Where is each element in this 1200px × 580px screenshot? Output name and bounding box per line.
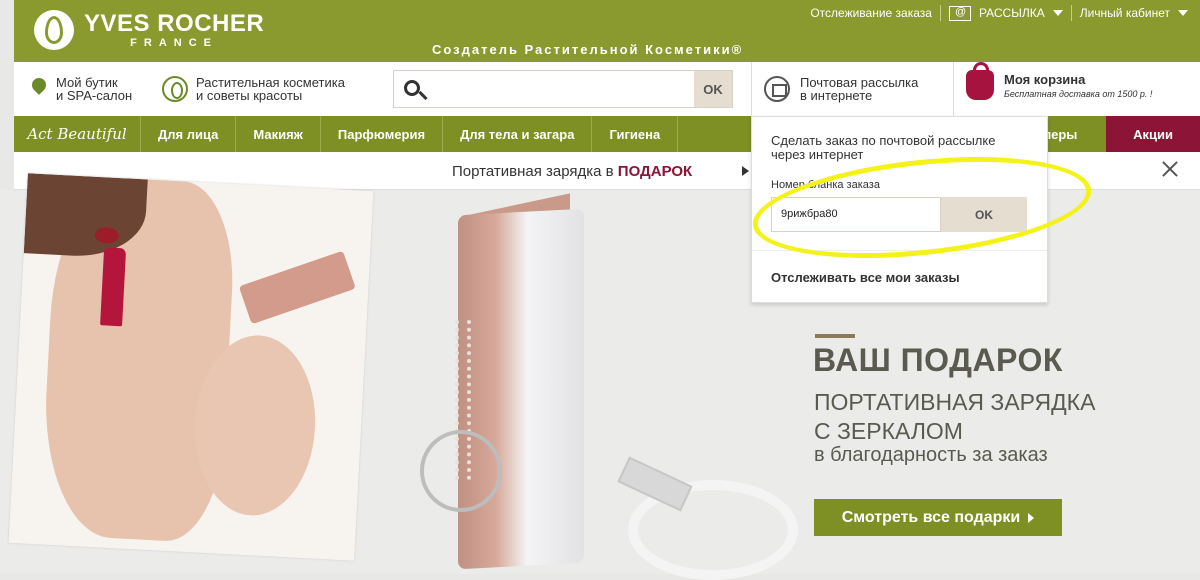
promo-label: Портативная зарядка в <box>452 163 618 180</box>
arrow-right-icon <box>1028 512 1035 523</box>
see-all-gifts-label: Смотреть все подарки <box>841 508 1021 526</box>
order-ok-button[interactable]: OK <box>941 197 1027 232</box>
track-order-link[interactable]: Отслеживание заказа <box>810 6 932 20</box>
nav-item-partial[interactable]: леры <box>1043 116 1077 152</box>
cart-title: Моя корзина <box>1004 71 1086 87</box>
mail-label-line2: в интернете <box>800 88 873 103</box>
brand-name: YVES ROCHER <box>84 9 265 37</box>
map-pin-icon <box>32 78 46 100</box>
lipstick-photo <box>8 173 374 561</box>
cart-subtitle: Бесплатная доставка от 1500 р. ! <box>1004 88 1153 99</box>
close-icon[interactable] <box>1160 159 1180 179</box>
nav-item-hygiene[interactable]: Гигиена <box>592 116 679 152</box>
nav-item-face[interactable]: Для лица <box>141 116 237 152</box>
hero-subtitle-line2: С ЗЕРКАЛОМ <box>814 418 963 444</box>
account-link[interactable]: Личный кабинет <box>1080 6 1170 20</box>
key-ring-image <box>420 430 502 512</box>
hero-subtitle-line1: ПОРТАТИВНАЯ ЗАРЯДКА <box>814 389 1096 415</box>
nav-item-sale[interactable]: Акции <box>1106 116 1200 152</box>
hero-subtitle: ПОРТАТИВНАЯ ЗАРЯДКА С ЗЕРКАЛОМ <box>814 388 1095 446</box>
hero-thanks: в благодарность за заказ <box>814 444 1048 466</box>
top-links: Отслеживание заказа РАССЫЛКА Личный каби… <box>810 5 1188 21</box>
chevron-down-icon[interactable] <box>1052 10 1063 16</box>
catalog-icon <box>764 76 790 102</box>
order-number-label: Номер бланка заказа <box>771 179 880 191</box>
leaf-icon <box>162 76 188 102</box>
mail-icon <box>948 5 971 21</box>
search-icon <box>404 80 420 96</box>
shopping-bag-icon <box>966 62 994 100</box>
promo-text: Портативная зарядка в ПОДАРОК <box>452 163 692 180</box>
newsletter-link[interactable]: РАССЫЛКА <box>979 6 1045 20</box>
dropdown-title: Сделать заказ по почтовой рассылке через… <box>771 133 996 162</box>
mail-order-tab[interactable]: Почтовая рассылка в интернете <box>751 62 954 116</box>
boutique-label-line2: и SPA-салон <box>56 88 133 103</box>
mail-order-dropdown: Сделать заказ по почтовой рассылке через… <box>751 116 1048 303</box>
tagline: Создатель Растительной Косметики® <box>432 42 744 57</box>
cart-link[interactable]: Моя корзина Бесплатная доставка от 1500 … <box>966 62 1153 100</box>
nav-item-makeup[interactable]: Макияж <box>236 116 321 152</box>
boutique-link[interactable]: Мой бутик и SPA-салон <box>32 76 132 102</box>
leaf-logo-icon <box>34 10 74 50</box>
header: YVES ROCHER FRANCE Создатель Растительно… <box>14 0 1200 62</box>
secondary-bar: Мой бутик и SPA-салон Растительная космет… <box>14 62 1200 116</box>
power-bank-image <box>458 208 584 570</box>
see-all-gifts-button[interactable]: Смотреть все подарки <box>814 499 1062 536</box>
play-arrow-icon <box>742 166 749 176</box>
chevron-down-icon[interactable] <box>1178 10 1188 16</box>
brand-logo[interactable]: YVES ROCHER FRANCE <box>34 10 264 50</box>
promo-highlight: ПОДАРОК <box>617 163 693 180</box>
order-number-input[interactable]: 9рижбра80 <box>771 197 941 232</box>
track-all-orders-link[interactable]: Отслеживать все мои заказы <box>771 270 960 285</box>
search-ok-button[interactable]: OK <box>694 71 732 107</box>
hero-title: ВАШ ПОДАРОК <box>813 342 1063 378</box>
search-box[interactable]: OK <box>393 70 733 108</box>
nav-item-perfume[interactable]: Парфюмерия <box>321 116 444 152</box>
nav-item-body[interactable]: Для тела и загара <box>443 116 593 152</box>
cosmetics-label-line2: и советы красоты <box>196 88 303 103</box>
act-beautiful-logo[interactable]: Act Beautiful <box>14 116 141 152</box>
cosmetics-link[interactable]: Растительная косметика и советы красоты <box>162 76 345 102</box>
page: YVES ROCHER FRANCE Создатель Растительно… <box>0 0 1200 580</box>
brand-country: FRANCE <box>130 36 219 49</box>
